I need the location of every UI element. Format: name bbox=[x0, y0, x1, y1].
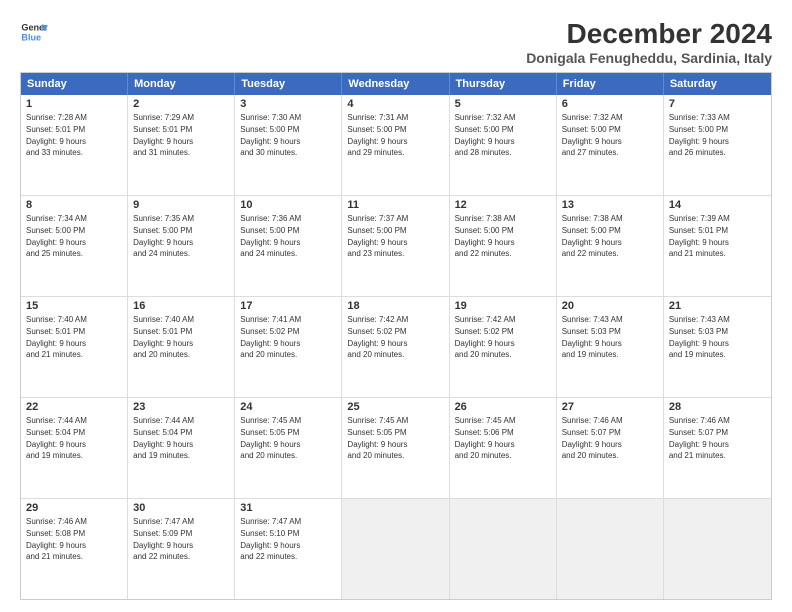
cell-4-5 bbox=[557, 499, 664, 599]
cell-1-5: 13Sunrise: 7:38 AMSunset: 5:00 PMDayligh… bbox=[557, 196, 664, 296]
cell-1-6: 14Sunrise: 7:39 AMSunset: 5:01 PMDayligh… bbox=[664, 196, 771, 296]
cell-0-4: 5Sunrise: 7:32 AMSunset: 5:00 PMDaylight… bbox=[450, 95, 557, 195]
header-wednesday: Wednesday bbox=[342, 73, 449, 95]
header-sunday: Sunday bbox=[21, 73, 128, 95]
cell-1-0: 8Sunrise: 7:34 AMSunset: 5:00 PMDaylight… bbox=[21, 196, 128, 296]
calendar-row-4: 29Sunrise: 7:46 AMSunset: 5:08 PMDayligh… bbox=[21, 499, 771, 599]
subtitle: Donigala Fenugheddu, Sardinia, Italy bbox=[526, 50, 772, 66]
title-section: December 2024 Donigala Fenugheddu, Sardi… bbox=[526, 18, 772, 66]
logo-icon: General Blue bbox=[20, 18, 48, 46]
header-friday: Friday bbox=[557, 73, 664, 95]
cell-4-0: 29Sunrise: 7:46 AMSunset: 5:08 PMDayligh… bbox=[21, 499, 128, 599]
calendar-body: 1Sunrise: 7:28 AMSunset: 5:01 PMDaylight… bbox=[21, 95, 771, 599]
calendar-row-1: 8Sunrise: 7:34 AMSunset: 5:00 PMDaylight… bbox=[21, 196, 771, 297]
cell-2-3: 18Sunrise: 7:42 AMSunset: 5:02 PMDayligh… bbox=[342, 297, 449, 397]
calendar-row-0: 1Sunrise: 7:28 AMSunset: 5:01 PMDaylight… bbox=[21, 95, 771, 196]
header-monday: Monday bbox=[128, 73, 235, 95]
cell-3-4: 26Sunrise: 7:45 AMSunset: 5:06 PMDayligh… bbox=[450, 398, 557, 498]
cell-1-4: 12Sunrise: 7:38 AMSunset: 5:00 PMDayligh… bbox=[450, 196, 557, 296]
cell-0-6: 7Sunrise: 7:33 AMSunset: 5:00 PMDaylight… bbox=[664, 95, 771, 195]
cell-0-5: 6Sunrise: 7:32 AMSunset: 5:00 PMDaylight… bbox=[557, 95, 664, 195]
cell-0-0: 1Sunrise: 7:28 AMSunset: 5:01 PMDaylight… bbox=[21, 95, 128, 195]
cell-1-2: 10Sunrise: 7:36 AMSunset: 5:00 PMDayligh… bbox=[235, 196, 342, 296]
calendar-row-2: 15Sunrise: 7:40 AMSunset: 5:01 PMDayligh… bbox=[21, 297, 771, 398]
svg-text:Blue: Blue bbox=[21, 32, 41, 42]
cell-3-0: 22Sunrise: 7:44 AMSunset: 5:04 PMDayligh… bbox=[21, 398, 128, 498]
cell-4-6 bbox=[664, 499, 771, 599]
cell-2-4: 19Sunrise: 7:42 AMSunset: 5:02 PMDayligh… bbox=[450, 297, 557, 397]
cell-4-1: 30Sunrise: 7:47 AMSunset: 5:09 PMDayligh… bbox=[128, 499, 235, 599]
cell-2-0: 15Sunrise: 7:40 AMSunset: 5:01 PMDayligh… bbox=[21, 297, 128, 397]
header: General Blue December 2024 Donigala Fenu… bbox=[20, 18, 772, 66]
header-thursday: Thursday bbox=[450, 73, 557, 95]
cell-3-3: 25Sunrise: 7:45 AMSunset: 5:05 PMDayligh… bbox=[342, 398, 449, 498]
logo: General Blue bbox=[20, 18, 48, 46]
cell-3-6: 28Sunrise: 7:46 AMSunset: 5:07 PMDayligh… bbox=[664, 398, 771, 498]
cell-1-3: 11Sunrise: 7:37 AMSunset: 5:00 PMDayligh… bbox=[342, 196, 449, 296]
cell-0-1: 2Sunrise: 7:29 AMSunset: 5:01 PMDaylight… bbox=[128, 95, 235, 195]
calendar: Sunday Monday Tuesday Wednesday Thursday… bbox=[20, 72, 772, 600]
header-saturday: Saturday bbox=[664, 73, 771, 95]
cell-2-6: 21Sunrise: 7:43 AMSunset: 5:03 PMDayligh… bbox=[664, 297, 771, 397]
cell-4-3 bbox=[342, 499, 449, 599]
main-title: December 2024 bbox=[526, 18, 772, 50]
cell-1-1: 9Sunrise: 7:35 AMSunset: 5:00 PMDaylight… bbox=[128, 196, 235, 296]
cell-0-3: 4Sunrise: 7:31 AMSunset: 5:00 PMDaylight… bbox=[342, 95, 449, 195]
cell-3-5: 27Sunrise: 7:46 AMSunset: 5:07 PMDayligh… bbox=[557, 398, 664, 498]
cell-2-2: 17Sunrise: 7:41 AMSunset: 5:02 PMDayligh… bbox=[235, 297, 342, 397]
cell-4-2: 31Sunrise: 7:47 AMSunset: 5:10 PMDayligh… bbox=[235, 499, 342, 599]
header-tuesday: Tuesday bbox=[235, 73, 342, 95]
cell-2-1: 16Sunrise: 7:40 AMSunset: 5:01 PMDayligh… bbox=[128, 297, 235, 397]
cell-0-2: 3Sunrise: 7:30 AMSunset: 5:00 PMDaylight… bbox=[235, 95, 342, 195]
page: General Blue December 2024 Donigala Fenu… bbox=[0, 0, 792, 612]
cell-2-5: 20Sunrise: 7:43 AMSunset: 5:03 PMDayligh… bbox=[557, 297, 664, 397]
calendar-header: Sunday Monday Tuesday Wednesday Thursday… bbox=[21, 73, 771, 95]
cell-4-4 bbox=[450, 499, 557, 599]
cell-3-2: 24Sunrise: 7:45 AMSunset: 5:05 PMDayligh… bbox=[235, 398, 342, 498]
cell-3-1: 23Sunrise: 7:44 AMSunset: 5:04 PMDayligh… bbox=[128, 398, 235, 498]
calendar-row-3: 22Sunrise: 7:44 AMSunset: 5:04 PMDayligh… bbox=[21, 398, 771, 499]
